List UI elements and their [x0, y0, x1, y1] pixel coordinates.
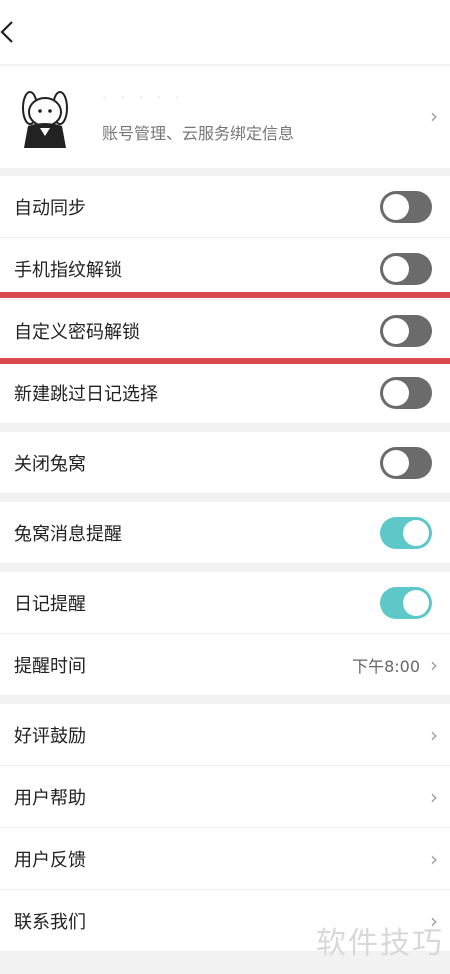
avatar	[22, 91, 68, 148]
setting-label: 提醒时间	[14, 655, 86, 677]
setting-label: 自动同步	[14, 197, 86, 219]
account-name: · · · · ·	[102, 88, 184, 107]
chevron-left-icon	[0, 21, 13, 43]
setting-reminder-time[interactable]: 提醒时间 下午8:00 ›	[0, 634, 450, 696]
link-label: 用户帮助	[14, 787, 86, 809]
setting-label: 手机指纹解锁	[14, 259, 122, 281]
link-feedback[interactable]: 用户反馈 ›	[0, 828, 450, 890]
link-label: 用户反馈	[14, 849, 86, 871]
close-rabbit-nest-toggle[interactable]	[380, 446, 432, 479]
divider	[0, 696, 450, 704]
divider	[0, 168, 450, 176]
setting-label: 自定义密码解锁	[14, 321, 140, 343]
chevron-right-icon: ›	[430, 784, 438, 809]
setting-label: 兔窝消息提醒	[14, 523, 122, 545]
setting-custom-password-unlock: 自定义密码解锁	[0, 300, 450, 362]
chevron-right-icon: ›	[430, 652, 438, 677]
setting-diary-reminder: 日记提醒	[0, 572, 450, 634]
highlight-border-bottom	[0, 358, 450, 364]
reminder-time-value: 下午8:00	[352, 656, 420, 676]
link-label: 联系我们	[14, 911, 86, 933]
chevron-right-icon: ›	[430, 722, 438, 747]
setting-label: 日记提醒	[14, 593, 86, 615]
link-label: 好评鼓励	[14, 725, 86, 747]
skip-diary-select-toggle[interactable]	[380, 376, 432, 409]
setting-skip-diary-select: 新建跳过日记选择	[0, 362, 450, 424]
link-rating[interactable]: 好评鼓励 ›	[0, 704, 450, 766]
divider	[0, 424, 450, 432]
back-button[interactable]	[0, 18, 22, 46]
setting-label: 关闭兔窝	[14, 453, 86, 475]
setting-rabbit-msg-reminder: 兔窝消息提醒	[0, 502, 450, 564]
chevron-right-icon: ›	[430, 846, 438, 871]
highlight-border-top	[0, 292, 450, 298]
divider	[0, 494, 450, 502]
fingerprint-unlock-toggle[interactable]	[380, 252, 432, 285]
setting-auto-sync: 自动同步	[0, 176, 450, 238]
diary-reminder-toggle[interactable]	[380, 586, 432, 619]
chevron-right-icon: ›	[430, 104, 438, 128]
account-subtitle: 账号管理、云服务绑定信息	[102, 124, 295, 143]
setting-close-rabbit-nest: 关闭兔窝	[0, 432, 450, 494]
top-bar	[0, 0, 450, 64]
link-help[interactable]: 用户帮助 ›	[0, 766, 450, 828]
account-card[interactable]: · · · · · 账号管理、云服务绑定信息 ›	[0, 66, 450, 168]
setting-fingerprint-unlock: 手机指纹解锁	[0, 238, 450, 300]
custom-password-unlock-toggle[interactable]	[380, 314, 432, 347]
divider	[0, 564, 450, 572]
auto-sync-toggle[interactable]	[380, 190, 432, 223]
setting-label: 新建跳过日记选择	[14, 383, 158, 405]
rabbit-msg-reminder-toggle[interactable]	[380, 516, 432, 549]
watermark: 软件技巧	[316, 926, 444, 961]
